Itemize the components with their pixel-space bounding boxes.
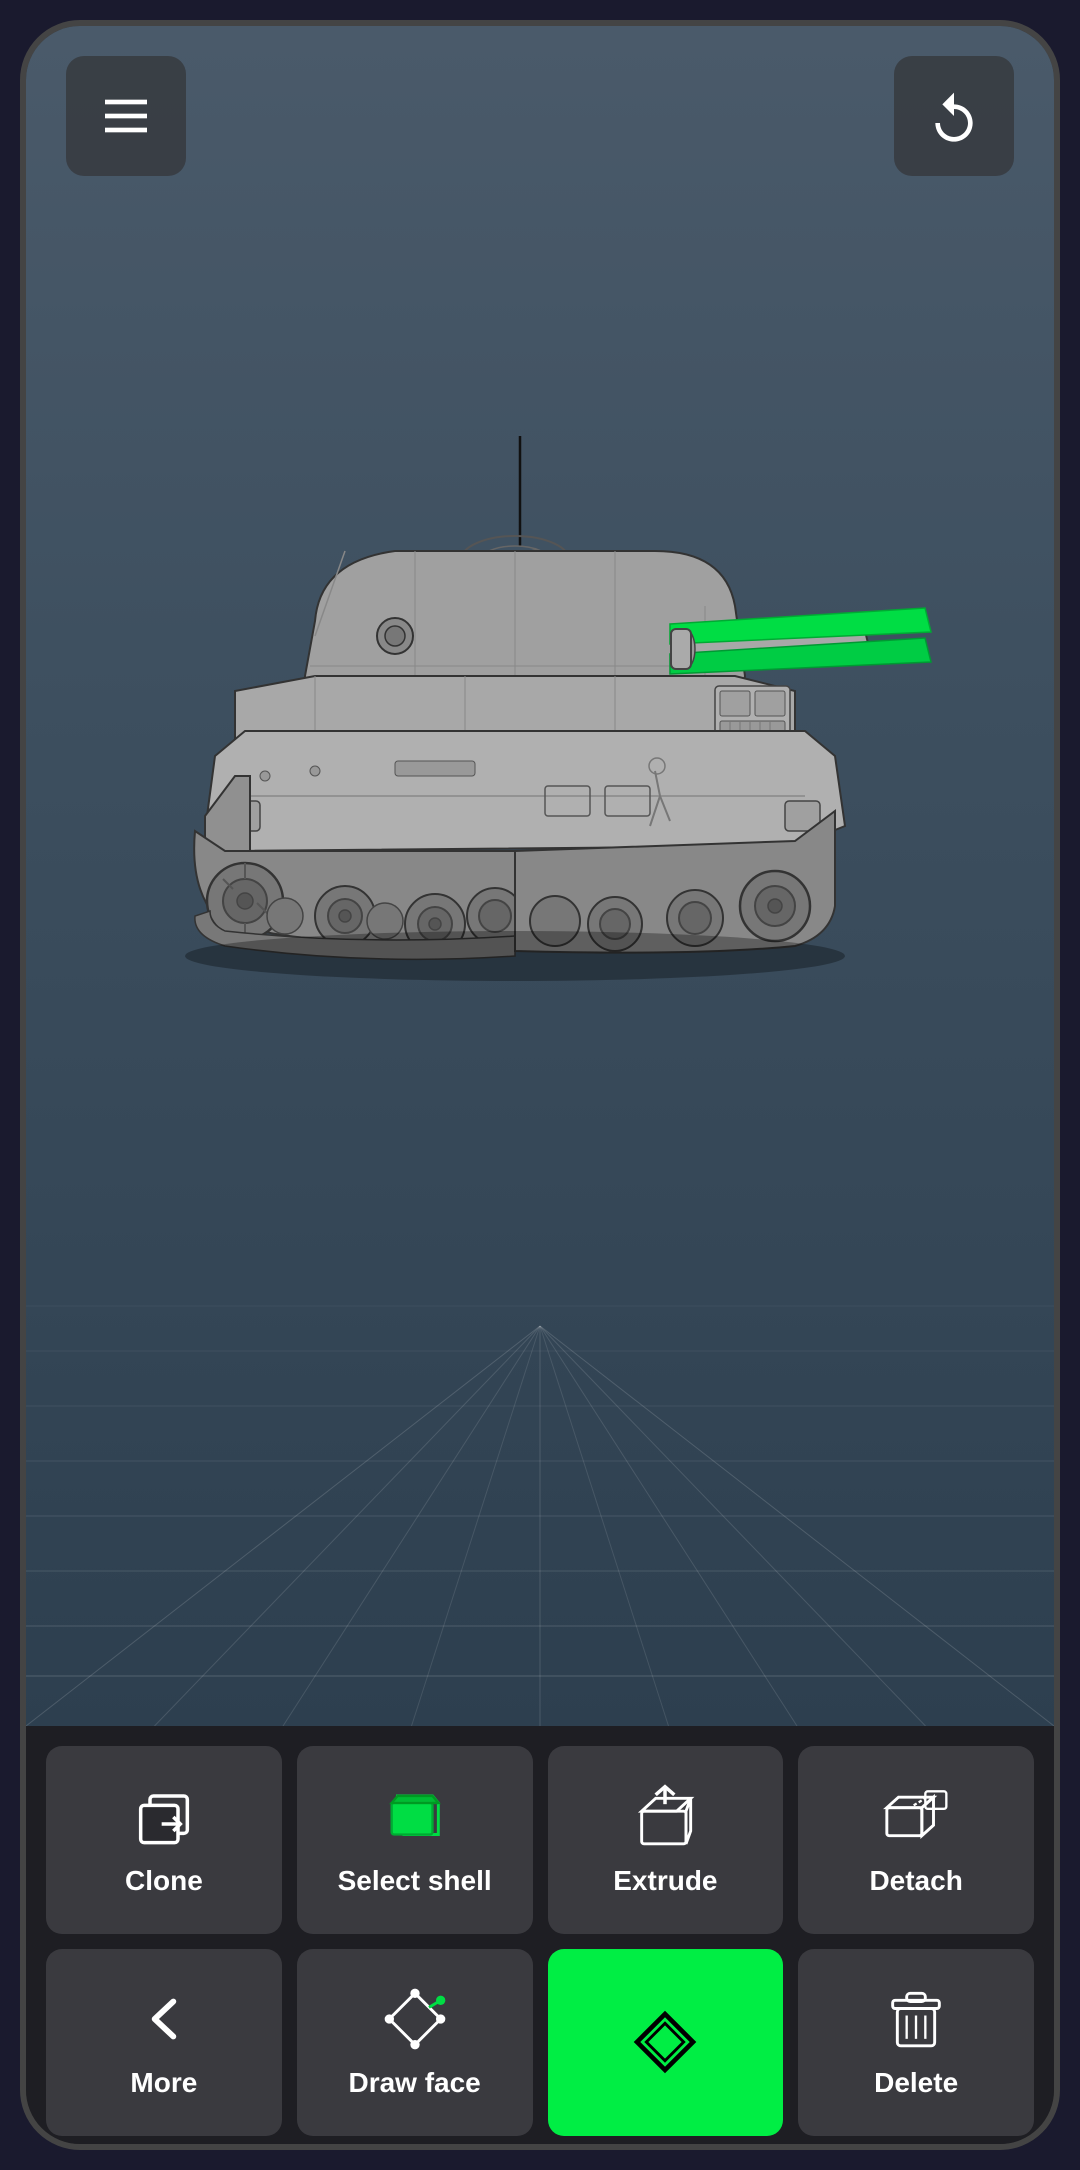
- select-shell-button[interactable]: Select shell: [297, 1746, 533, 1934]
- extrude-button[interactable]: Extrude: [548, 1746, 784, 1934]
- extrude-icon: [630, 1782, 700, 1852]
- menu-button[interactable]: [66, 56, 186, 176]
- clone-label: Clone: [125, 1864, 203, 1898]
- top-bar: [26, 56, 1054, 176]
- delete-icon: [881, 1984, 951, 2054]
- delete-button[interactable]: Delete: [798, 1949, 1034, 2137]
- tank-model: [115, 376, 965, 1076]
- more-label: More: [130, 2066, 197, 2100]
- undo-button[interactable]: [894, 56, 1014, 176]
- active-tool-button[interactable]: [548, 1949, 784, 2137]
- viewport[interactable]: [26, 26, 1054, 1726]
- detach-icon: [881, 1782, 951, 1852]
- draw-face-button[interactable]: Draw face: [297, 1949, 533, 2137]
- detach-label: Detach: [869, 1864, 962, 1898]
- draw-face-icon: [380, 1984, 450, 2054]
- more-icon: [129, 1984, 199, 2054]
- select-shell-label: Select shell: [338, 1864, 492, 1898]
- clone-icon: [129, 1782, 199, 1852]
- select-shell-icon: [380, 1782, 450, 1852]
- draw-face-label: Draw face: [348, 2066, 480, 2100]
- delete-label: Delete: [874, 2066, 958, 2100]
- more-button[interactable]: More: [46, 1949, 282, 2137]
- undo-icon: [926, 88, 982, 144]
- clone-button[interactable]: Clone: [46, 1746, 282, 1934]
- extrude-label: Extrude: [613, 1864, 717, 1898]
- phone-frame: Clone Select shell: [20, 20, 1060, 2150]
- menu-icon: [98, 88, 154, 144]
- grid-floor: [26, 1026, 1054, 1726]
- diamond-icon: [630, 2007, 700, 2077]
- tank-svg: [115, 376, 965, 1076]
- toolbar: Clone Select shell: [26, 1726, 1054, 2150]
- detach-button[interactable]: Detach: [798, 1746, 1034, 1934]
